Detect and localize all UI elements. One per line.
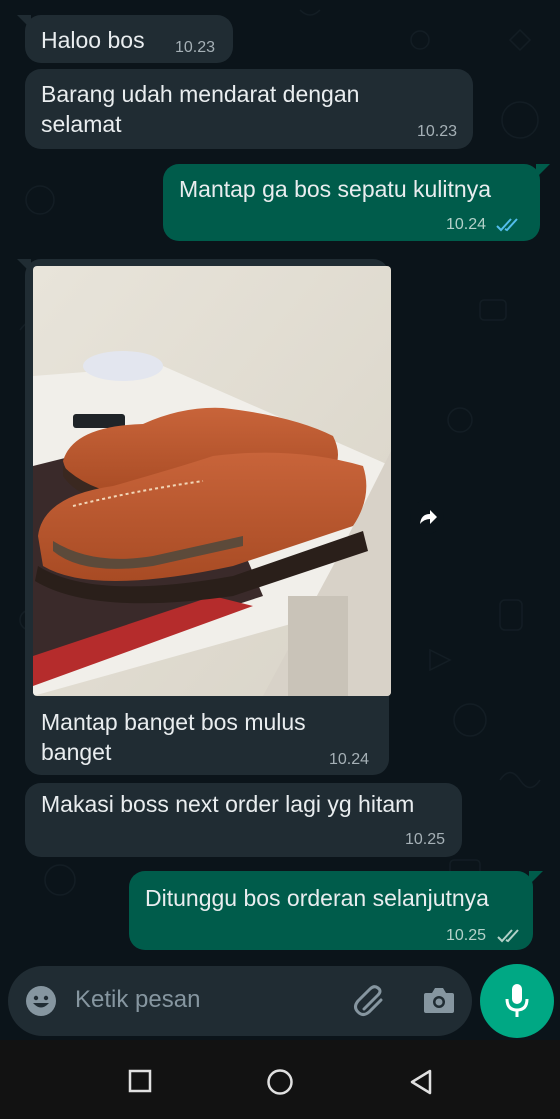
message-text: Haloo bos — [41, 27, 145, 53]
image-caption-line2: banget — [41, 739, 112, 765]
message-time: 10.25 — [405, 831, 446, 848]
circle-icon[interactable] — [266, 1068, 294, 1096]
incoming-message[interactable]: Haloo bos 10.23 — [25, 15, 233, 63]
delivered-ticks-icon — [497, 929, 519, 943]
read-ticks-icon — [496, 218, 518, 232]
message-time: 10.25 — [446, 927, 487, 944]
outgoing-message[interactable]: Ditunggu bos orderan selanjutnya 10.25 — [129, 871, 533, 950]
message-text: Mantap ga bos sepatu kulitnya — [179, 176, 491, 202]
incoming-message[interactable]: Barang udah mendarat dengan selamat 10.2… — [25, 69, 473, 149]
camera-icon[interactable] — [422, 984, 456, 1016]
incoming-message[interactable]: Makasi boss next order lagi yg hitam 10.… — [25, 783, 462, 857]
message-time: 10.24 — [329, 751, 370, 768]
bubble-tail — [17, 259, 31, 273]
bubble-tail — [17, 15, 31, 29]
mic-icon — [505, 984, 529, 1017]
bubble-tail — [536, 164, 550, 178]
shoe-photo[interactable] — [33, 266, 391, 696]
message-time: 10.24 — [446, 216, 487, 233]
forward-icon[interactable] — [410, 500, 444, 534]
message-time: 10.23 — [175, 39, 216, 56]
mic-button[interactable] — [480, 964, 554, 1038]
triangle-back-icon[interactable] — [408, 1068, 434, 1096]
message-text-line2: selamat — [41, 111, 122, 137]
message-time: 10.23 — [417, 123, 458, 140]
message-text: Ditunggu bos orderan selanjutnya — [145, 885, 489, 911]
system-nav-bar — [0, 1040, 560, 1119]
message-text: Makasi boss next order lagi yg hitam — [41, 791, 415, 817]
message-text-line1: Barang udah mendarat dengan — [41, 81, 360, 107]
emoji-icon[interactable] — [24, 984, 58, 1018]
bubble-tail — [529, 871, 543, 885]
image-caption-line1: Mantap banget bos mulus — [41, 709, 306, 735]
outgoing-message[interactable]: Mantap ga bos sepatu kulitnya 10.24 — [163, 164, 540, 241]
paperclip-icon[interactable] — [352, 983, 388, 1019]
message-input-placeholder[interactable]: Ketik pesan — [75, 986, 200, 1014]
square-icon[interactable] — [128, 1069, 152, 1093]
